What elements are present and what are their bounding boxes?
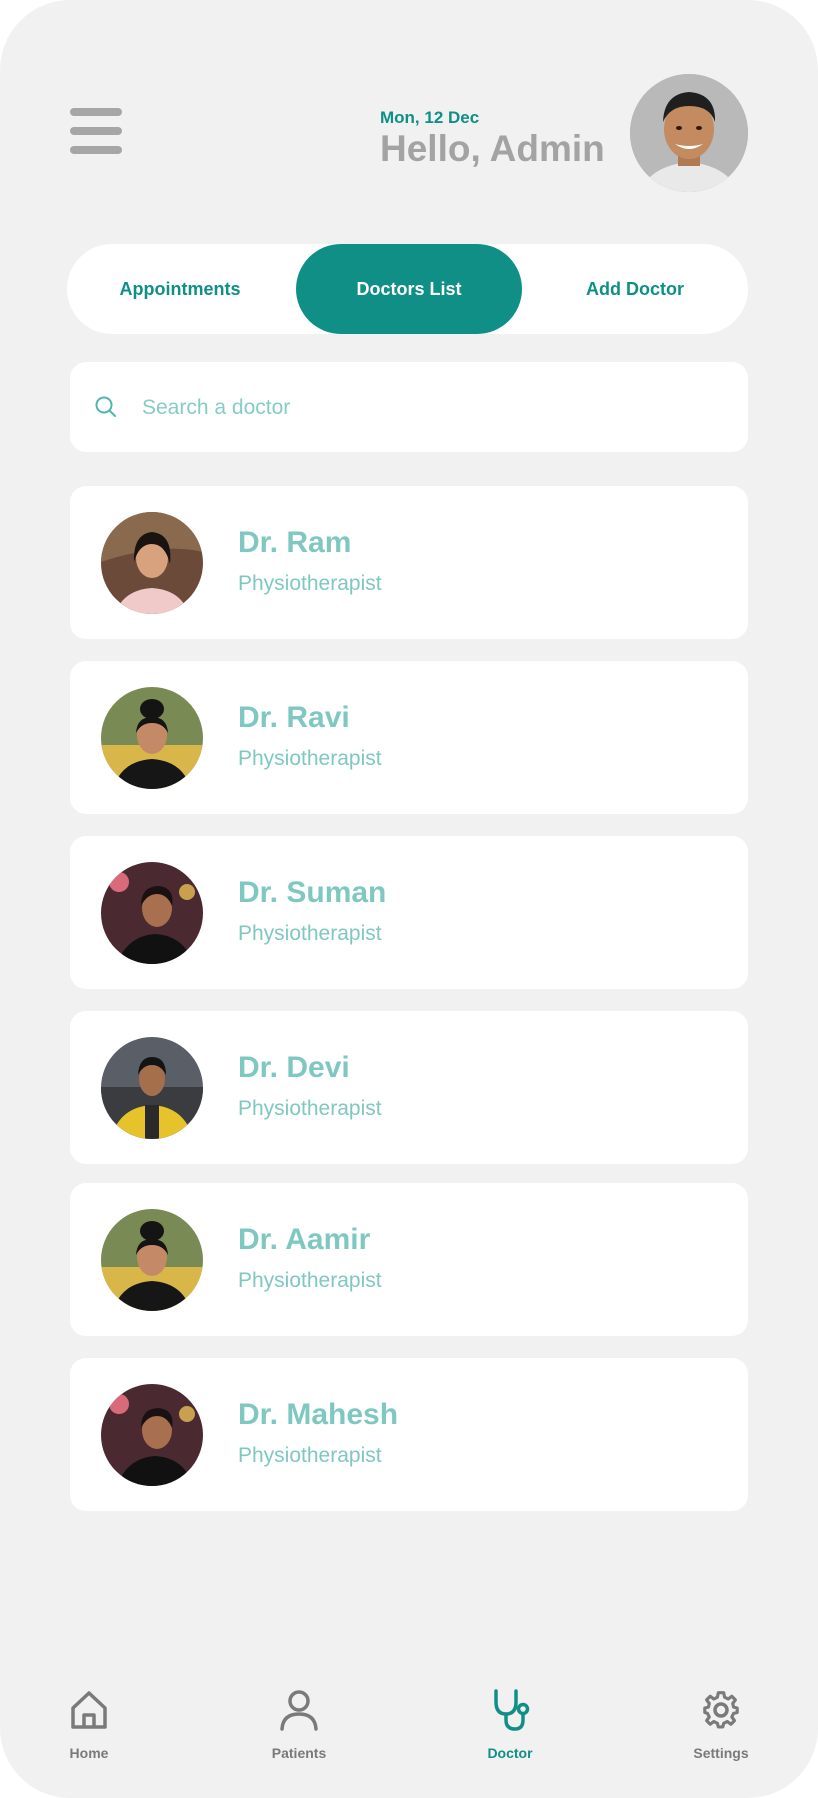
- doctor-name: Dr. Aamir: [238, 1223, 371, 1256]
- search-input[interactable]: [140, 382, 724, 434]
- doctor-role: Physiotherapist: [238, 747, 382, 770]
- stethoscope-icon: [494, 1689, 530, 1731]
- doctor-avatar: [101, 1037, 203, 1139]
- doctor-name: Dr. Suman: [238, 876, 387, 909]
- admin-avatar[interactable]: [630, 74, 748, 192]
- header-date: Mon, 12 Dec: [380, 108, 480, 127]
- search-bar: [70, 362, 748, 452]
- doctor-avatar: [101, 862, 203, 964]
- doctor-name: Dr. Mahesh: [238, 1398, 399, 1431]
- doctor-card[interactable]: Dr. Aamir Physiotherapist: [70, 1183, 748, 1336]
- doctor-role: Physiotherapist: [238, 1097, 382, 1120]
- nav-label: Patients: [271, 1745, 327, 1761]
- hamburger-menu-icon[interactable]: [70, 108, 122, 154]
- doctor-card[interactable]: Dr. Devi Physiotherapist: [70, 1011, 748, 1164]
- doctor-role: Physiotherapist: [238, 1269, 382, 1292]
- doctor-name: Dr. Ravi: [238, 701, 350, 734]
- gear-icon: [703, 1691, 739, 1729]
- doctor-name: Dr. Devi: [238, 1051, 350, 1084]
- doctor-name: Dr. Ram: [238, 526, 352, 559]
- doctor-avatar: [101, 1209, 203, 1311]
- nav-settings[interactable]: Settings: [666, 1680, 776, 1790]
- nav-label: Home: [69, 1745, 109, 1761]
- nav-label: Settings: [693, 1745, 749, 1761]
- doctor-avatar: [101, 687, 203, 789]
- header-greeting: Hello, Admin: [380, 128, 605, 169]
- tab-appointments[interactable]: Appointments: [67, 244, 293, 334]
- doctor-card[interactable]: Dr. Mahesh Physiotherapist: [70, 1358, 748, 1511]
- doctor-avatar: [101, 1384, 203, 1486]
- nav-doctor[interactable]: Doctor: [455, 1680, 565, 1790]
- doctor-card[interactable]: Dr. Suman Physiotherapist: [70, 836, 748, 989]
- nav-label: Doctor: [487, 1745, 533, 1761]
- doctor-avatar: [101, 512, 203, 614]
- tab-bar: Appointments Doctors List Add Doctor: [67, 244, 748, 334]
- doctor-role: Physiotherapist: [238, 1444, 382, 1467]
- tab-add-doctor[interactable]: Add Doctor: [522, 244, 748, 334]
- doctor-role: Physiotherapist: [238, 922, 382, 945]
- search-icon: [95, 396, 116, 417]
- doctor-card[interactable]: Dr. Ram Physiotherapist: [70, 486, 748, 639]
- user-icon: [280, 1690, 318, 1731]
- nav-patients[interactable]: Patients: [244, 1680, 354, 1790]
- tab-doctors-list[interactable]: Doctors List: [296, 244, 522, 334]
- nav-home[interactable]: Home: [34, 1680, 144, 1790]
- app-screen: Mon, 12 Dec Hello, Admin Appointments Do…: [0, 0, 818, 1798]
- doctor-card[interactable]: Dr. Ravi Physiotherapist: [70, 661, 748, 814]
- doctor-role: Physiotherapist: [238, 572, 382, 595]
- home-icon: [71, 1691, 107, 1729]
